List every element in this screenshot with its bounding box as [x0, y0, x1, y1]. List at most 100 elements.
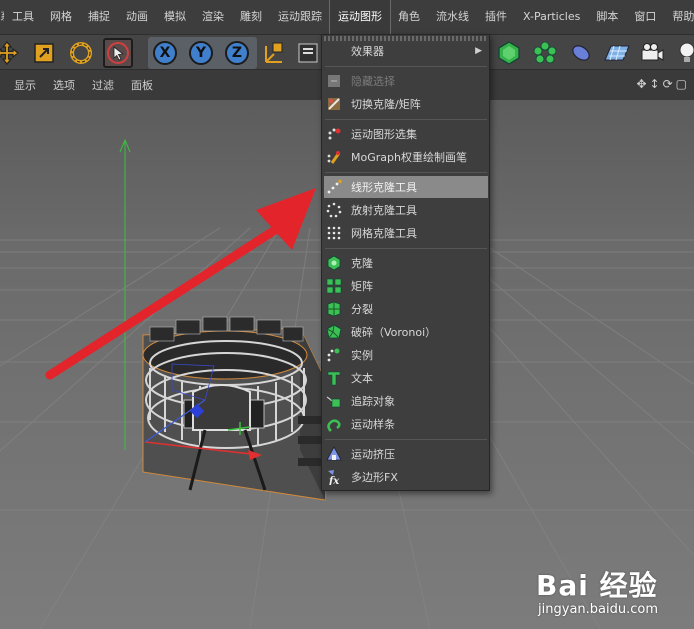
z-axis-lock[interactable]: Z	[222, 38, 252, 68]
fracture-icon	[325, 300, 343, 318]
viewport-navigation-icons[interactable]: ✥↕⟳▢	[636, 77, 690, 91]
linear-clone-icon	[325, 178, 343, 196]
menu-item-toggle-clone-matrix[interactable]: 切换克隆/矩阵	[324, 93, 488, 115]
menu-item-text[interactable]: 文本	[324, 367, 488, 389]
select-icon[interactable]	[103, 38, 133, 68]
menu-item-label: 分裂	[351, 303, 373, 316]
y-axis-lock[interactable]: Y	[186, 38, 216, 68]
menu-animate[interactable]: 动画	[118, 0, 156, 34]
menu-item-label: 追踪对象	[351, 395, 395, 408]
menu-item-voronoi-fracture[interactable]: 破碎（Voronoi）	[324, 321, 488, 343]
menu-item-radial-clone-tool[interactable]: 放射克隆工具	[324, 199, 488, 221]
matrix-icon	[325, 277, 343, 295]
menu-item-tracer[interactable]: 追踪对象	[324, 390, 488, 412]
menu-window[interactable]: 窗口	[626, 0, 664, 34]
moextrude-icon	[325, 445, 343, 463]
menu-pipeline[interactable]: 流水线	[428, 0, 477, 34]
menu-item-label: 放射克隆工具	[351, 204, 417, 217]
menu-separator	[325, 66, 487, 67]
menubar: 系 工具 网格 捕捉 动画 模拟 渲染 雕刻 运动跟踪 运动图形 角色 流水线 …	[0, 0, 694, 35]
menu-simulate[interactable]: 模拟	[156, 0, 194, 34]
maximize-icon[interactable]: ▢	[676, 77, 690, 91]
mograph-effector-icon[interactable]	[530, 38, 560, 68]
viewport-menu-panel[interactable]: 面板	[131, 77, 153, 93]
tracer-icon	[325, 392, 343, 410]
stadium-object[interactable]	[142, 316, 326, 501]
deformer-icon[interactable]	[566, 38, 596, 68]
menu-item-hide-selection: 隐藏选择	[324, 70, 488, 92]
menu-item-label: 破碎（Voronoi）	[351, 326, 437, 339]
menu-plugins[interactable]: 插件	[477, 0, 515, 34]
instance-icon	[325, 346, 343, 364]
x-axis-label: X	[153, 41, 177, 65]
menu-snap[interactable]: 捕捉	[80, 0, 118, 34]
menu-item-cloner[interactable]: 克隆	[324, 252, 488, 274]
menu-separator	[325, 248, 487, 249]
menu-item-label: 效果器	[351, 45, 384, 58]
polyfx-icon: fx	[325, 468, 343, 486]
menu-item-label: 切换克隆/矩阵	[351, 98, 421, 111]
cloner-icon	[325, 254, 343, 272]
menu-mograph[interactable]: 运动图形	[329, 0, 391, 35]
viewport-menu-options[interactable]: 选项	[53, 77, 75, 93]
menu-sculpt[interactable]: 雕刻	[232, 0, 270, 34]
menu-item-grid-clone-tool[interactable]: 网格克隆工具	[324, 222, 488, 244]
z-axis-label: Z	[225, 41, 249, 65]
orbit-icon[interactable]: ⟳	[663, 77, 676, 91]
menu-script[interactable]: 脚本	[588, 0, 626, 34]
menu-item-label: MoGraph权重绘制画笔	[351, 151, 467, 164]
light-icon[interactable]	[672, 38, 694, 68]
menu-separator	[325, 439, 487, 440]
menu-item-moextrude[interactable]: 运动挤压	[324, 443, 488, 465]
menu-item-matrix[interactable]: 矩阵	[324, 275, 488, 297]
menu-item-instance[interactable]: 实例	[324, 344, 488, 366]
menu-item-label: 隐藏选择	[351, 75, 395, 88]
menu-item-label: 网格克隆工具	[351, 227, 417, 240]
menu-item-mospline[interactable]: 运动样条	[324, 413, 488, 435]
cloner-green-icon[interactable]	[494, 38, 524, 68]
menu-item-linear-clone-tool[interactable]: 线形克隆工具	[324, 176, 488, 198]
menu-item-fracture[interactable]: 分裂	[324, 298, 488, 320]
move-icon[interactable]	[0, 38, 22, 68]
menu-item-label: 运动样条	[351, 418, 395, 431]
baidu-jingyan-watermark: Bai 经验 jingyan.baidu.com	[536, 564, 658, 617]
menu-item-effector[interactable]: 效果器 ▶	[324, 40, 488, 62]
menu-render[interactable]: 渲染	[194, 0, 232, 34]
menu-separator	[325, 119, 487, 120]
weight-brush-icon	[325, 148, 343, 166]
menu-mesh[interactable]: 网格	[42, 0, 80, 34]
floor-icon[interactable]	[601, 38, 631, 68]
render-view-icon[interactable]	[296, 38, 320, 68]
menu-x-particles[interactable]: X-Particles	[515, 0, 588, 34]
menu-item-label: 矩阵	[351, 280, 373, 293]
effector-icon	[325, 42, 343, 60]
menu-help[interactable]: 帮助	[664, 0, 694, 34]
menu-item-polyfx[interactable]: fx 多边形FX	[324, 466, 488, 488]
hide-selection-icon	[325, 72, 343, 90]
watermark-logo: Bai 经验	[536, 569, 658, 602]
menu-item-label: 克隆	[351, 257, 373, 270]
menu-tools[interactable]: 工具	[4, 0, 42, 34]
rotate-icon[interactable]	[66, 38, 96, 68]
mospline-icon	[325, 415, 343, 433]
menu-item-mograph-selection[interactable]: 运动图形选集	[324, 123, 488, 145]
zoom-icon[interactable]: ↕	[650, 77, 663, 91]
coordinate-system-icon[interactable]	[259, 38, 289, 68]
viewport-menu-filter[interactable]: 过滤	[92, 77, 114, 93]
menu-item-label: 多边形FX	[351, 471, 398, 484]
viewport-menu-display[interactable]: 显示	[14, 77, 36, 93]
menu-character[interactable]: 角色	[390, 0, 428, 34]
toggle-clone-icon	[325, 95, 343, 113]
menu-item-weight-brush[interactable]: MoGraph权重绘制画笔	[324, 146, 488, 168]
camera-icon[interactable]	[637, 38, 667, 68]
radial-clone-icon	[325, 201, 343, 219]
grid-clone-icon	[325, 224, 343, 242]
menu-item-label: 文本	[351, 372, 373, 385]
menu-separator	[325, 172, 487, 173]
y-axis-label: Y	[189, 41, 213, 65]
menu-motion-tracking[interactable]: 运动跟踪	[270, 0, 330, 34]
scale-icon[interactable]	[29, 38, 59, 68]
pan-icon[interactable]: ✥	[636, 77, 649, 91]
x-axis-lock[interactable]: X	[150, 38, 180, 68]
mograph-selection-icon	[325, 125, 343, 143]
